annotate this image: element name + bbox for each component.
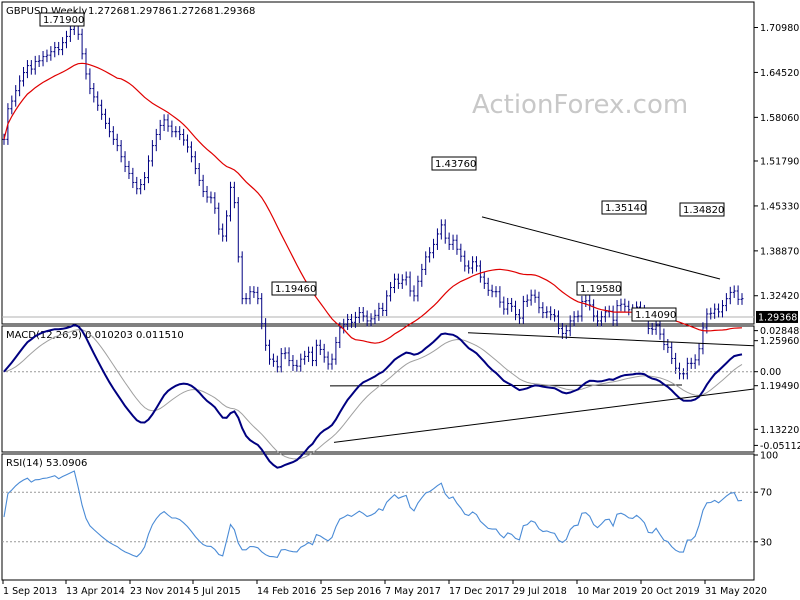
ohlc-low: 1.27268 bbox=[172, 6, 213, 17]
macd-line bbox=[3, 324, 743, 469]
x-tick-label: 29 Jul 2018 bbox=[513, 586, 567, 597]
trend-layer bbox=[329, 216, 721, 387]
x-tick-label: 31 May 2020 bbox=[705, 586, 767, 597]
chart-root: ActionForex.com GBPUSD Weekly 1.27268 1.… bbox=[0, 0, 800, 600]
price-ytick-label: 1.58060 bbox=[760, 113, 799, 124]
chart-svg: ActionForex.com GBPUSD Weekly 1.27268 1.… bbox=[1, 1, 800, 597]
macd-ytick-label: 0.028489 bbox=[760, 326, 800, 337]
price-ytick-label: 1.32420 bbox=[760, 291, 799, 302]
ohlc-close: 1.29368 bbox=[214, 6, 255, 17]
rsi-ytick-label: 100 bbox=[760, 451, 778, 462]
annotation-label: 1.71900 bbox=[43, 15, 84, 26]
annotation-label: 1.35140 bbox=[605, 203, 646, 214]
macd-ytick-label: 0.00 bbox=[760, 367, 781, 378]
x-tick-label: 7 May 2017 bbox=[385, 586, 441, 597]
price-ytick-label: 1.45330 bbox=[760, 201, 799, 212]
x-tick-label: 5 Jul 2015 bbox=[193, 586, 241, 597]
x-tick-label: 1 Sep 2013 bbox=[3, 586, 57, 597]
x-tick-label: 13 Apr 2014 bbox=[66, 586, 125, 597]
annotation-label: 1.19460 bbox=[275, 284, 316, 295]
rsi-ytick-label: 70 bbox=[760, 488, 772, 499]
price-ytick-label: 1.13220 bbox=[760, 425, 799, 436]
watermark: ActionForex.com bbox=[472, 90, 688, 120]
current-price-label: 1.29368 bbox=[758, 312, 797, 323]
x-axis: 1 Sep 2013 13 Apr 2014 23 Nov 2014 5 Jul 20… bbox=[2, 580, 767, 597]
rsi-title: RSI(14) 53.0906 bbox=[6, 458, 87, 469]
x-tick-label: 10 Mar 2019 bbox=[577, 586, 637, 597]
ohlc-open: 1.27268 bbox=[88, 6, 129, 17]
macd-up-trendline bbox=[333, 388, 755, 443]
price-bars bbox=[2, 15, 744, 380]
x-tick-label: 25 Sep 2016 bbox=[321, 586, 381, 597]
price-ytick-label: 1.25960 bbox=[760, 336, 799, 347]
price-ytick-label: 1.51790 bbox=[760, 156, 799, 167]
rsi-layer bbox=[2, 470, 754, 559]
price-ytick-label: 1.19490 bbox=[760, 381, 799, 392]
annotation-label: 1.43760 bbox=[435, 159, 476, 170]
price-support-line bbox=[329, 384, 683, 387]
macd-down-trendline bbox=[467, 332, 755, 347]
rsi-ytick-label: 30 bbox=[760, 537, 772, 548]
x-tick-label: 23 Nov 2014 bbox=[130, 586, 191, 597]
rsi-panel-frame bbox=[1, 453, 755, 581]
rsi-axis: 100 70 30 bbox=[754, 451, 778, 548]
x-tick-label: 20 Oct 2019 bbox=[641, 586, 700, 597]
x-tick-label: 14 Feb 2016 bbox=[257, 586, 316, 597]
rsi-line bbox=[3, 470, 743, 559]
price-down-trendline bbox=[481, 216, 721, 280]
price-ytick-label: 1.70980 bbox=[760, 23, 799, 34]
annotation-label: 1.19580 bbox=[580, 284, 621, 295]
annotation-label: 1.14090 bbox=[635, 310, 676, 321]
x-tick-label: 17 Dec 2017 bbox=[449, 586, 510, 597]
price-ytick-label: 1.64520 bbox=[760, 68, 799, 79]
annot-layer: 1.71900 1.43760 1.35140 1.34820 1.19460 1.195… bbox=[39, 12, 725, 322]
price-panel-frame bbox=[1, 1, 755, 325]
macd-layer bbox=[2, 324, 755, 469]
macd-signal-line bbox=[3, 329, 743, 460]
annotation-label: 1.34820 bbox=[683, 205, 724, 216]
price-ytick-label: 1.38870 bbox=[760, 246, 799, 257]
ohlc-high: 1.29786 bbox=[130, 6, 171, 17]
